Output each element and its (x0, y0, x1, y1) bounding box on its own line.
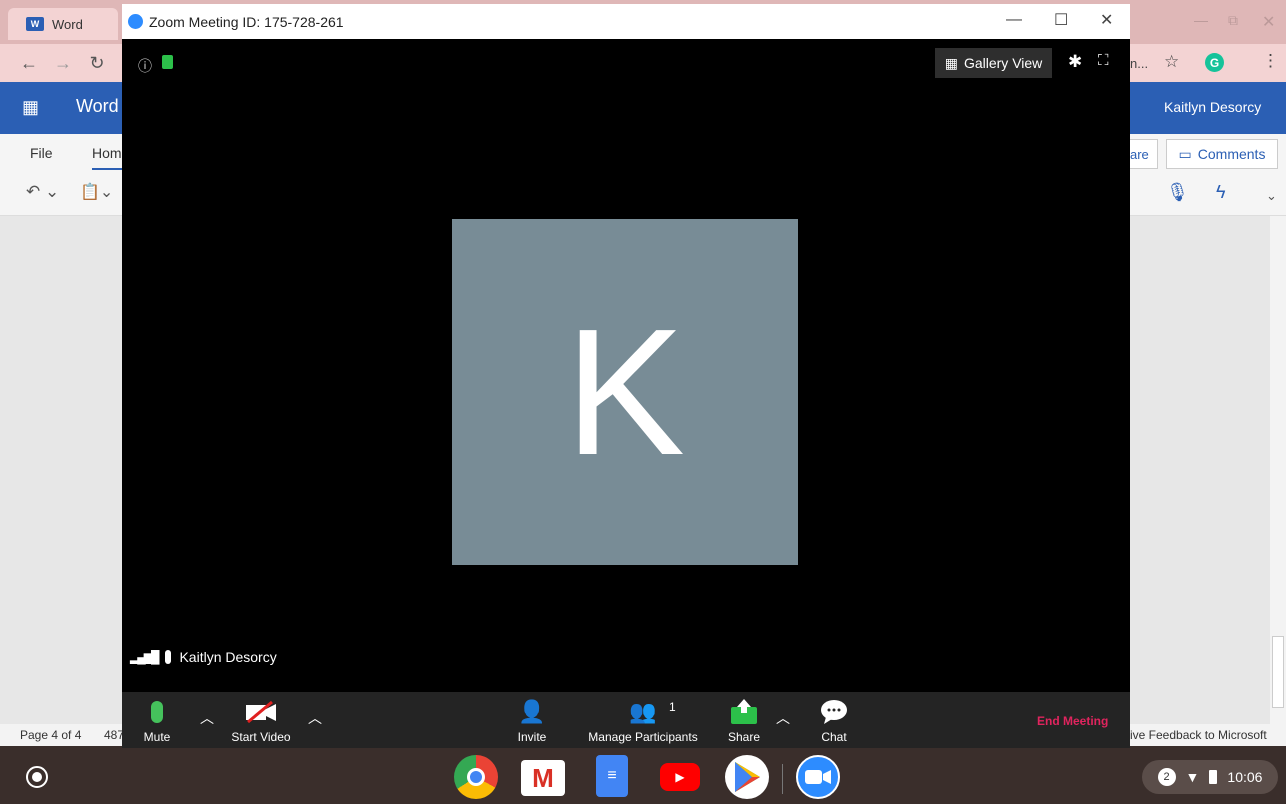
chrome-center (467, 768, 485, 786)
video-options-chevron-icon[interactable]: ︿ (308, 708, 322, 728)
dictate-icon[interactable]: 🎙 (1166, 182, 1189, 203)
invite-button[interactable]: 👤 Invite (510, 692, 554, 748)
zoom-logo-icon (128, 14, 143, 29)
share-screen-button[interactable]: Share (722, 692, 766, 748)
back-icon[interactable]: ← (16, 44, 42, 82)
zoom-window-title: Zoom Meeting ID: 175-728-261 (149, 13, 344, 30)
reload-icon[interactable]: ↻ (84, 44, 110, 82)
shelf-divider (782, 764, 783, 794)
gmail-m: M (532, 762, 554, 793)
battery-icon (1209, 770, 1218, 784)
gmail-icon[interactable]: M (521, 760, 565, 796)
share-label: Share (727, 730, 761, 744)
notification-badge: 2 (1157, 768, 1176, 786)
microphone-icon (151, 697, 163, 727)
chat-bubble-icon (820, 697, 848, 727)
wifi-icon: ▼ (1185, 769, 1200, 785)
avatar-letter: K (564, 291, 686, 493)
word-icon: W (26, 17, 44, 31)
comment-icon: ▭ (1178, 145, 1192, 162)
start-video-label: Start Video (231, 730, 291, 744)
docs-icon[interactable]: ≡ (596, 755, 628, 797)
word-app-name: Word (76, 96, 119, 116)
mic-small-icon (165, 650, 172, 664)
user-name[interactable]: Kaitlyn Desorcy (1164, 99, 1261, 115)
tab-title: Word (52, 16, 83, 32)
participants-icon: 👥 (629, 699, 657, 724)
video-area: ⓘ ▦ Gallery View ✱ ⛶ K ▂▄▆█ Kaitlyn Deso… (122, 39, 1130, 692)
tab-home[interactable]: Hom (92, 145, 122, 170)
minimize-icon[interactable]: — (1006, 11, 1022, 29)
participant-name: Kaitlyn Desorcy (179, 649, 277, 665)
share-screen-icon (730, 697, 758, 727)
settings-gear-icon[interactable]: ✱ (1068, 52, 1082, 72)
chrome-menu-icon[interactable]: ⋮ (1262, 51, 1279, 71)
launcher-icon[interactable] (26, 766, 48, 788)
zoom-window: Zoom Meeting ID: 175-728-261 — ☐ ✕ ⓘ ▦ G… (122, 4, 1130, 748)
play-triangle (735, 762, 760, 792)
chat-button[interactable]: Chat (812, 692, 856, 748)
comments-button[interactable]: ▭ Comments (1166, 139, 1278, 169)
tab-file[interactable]: File (30, 145, 53, 161)
grid-icon: ▦ (944, 54, 958, 71)
app-launcher-icon[interactable]: ▦ (22, 97, 39, 118)
launcher-dot (32, 772, 42, 782)
youtube-play: ▶ (675, 770, 685, 784)
share-button[interactable]: are (1130, 139, 1158, 169)
docs-lines: ≡ (607, 767, 617, 784)
meeting-toolbar: Mute ︿ Start Video ︿ 👤 Invite 👥 Manage P… (122, 692, 1130, 748)
participant-name-tag: ▂▄▆█ Kaitlyn Desorcy (130, 649, 277, 665)
end-meeting-button[interactable]: End Meeting (1037, 714, 1108, 728)
manage-participants-label: Manage Participants (588, 730, 698, 744)
browser-tab-word[interactable]: W Word (8, 8, 118, 40)
youtube-icon[interactable]: ▶ (660, 763, 700, 791)
clock: 10:06 (1227, 769, 1263, 785)
minimize-icon[interactable]: — (1194, 12, 1208, 28)
paste-icon[interactable]: 📋⌄ (80, 182, 113, 202)
status-tray[interactable]: 2 ▼ 10:06 (1142, 760, 1278, 794)
manage-participants-button[interactable]: 👥 Manage Participants (580, 692, 706, 748)
mute-label: Mute (143, 730, 171, 744)
maximize-icon[interactable]: ☐ (1054, 10, 1068, 30)
share-label: are (1130, 146, 1149, 162)
close-icon[interactable]: ✕ (1262, 12, 1275, 32)
fullscreen-icon[interactable]: ⛶ (1098, 52, 1109, 69)
comments-label: Comments (1197, 146, 1266, 162)
designer-icon[interactable]: ϟ (1216, 182, 1226, 203)
gallery-view-label: Gallery View (963, 55, 1043, 71)
zoom-camera (805, 770, 831, 784)
participant-avatar: K (452, 219, 798, 565)
invite-label: Invite (517, 730, 547, 744)
share-options-chevron-icon[interactable]: ︿ (776, 708, 790, 728)
audio-options-chevron-icon[interactable]: ︿ (200, 708, 214, 728)
grammarly-icon[interactable]: G (1205, 53, 1224, 72)
mute-button[interactable]: Mute (138, 692, 176, 748)
play-store-icon[interactable] (725, 755, 769, 799)
bookmark-star-icon[interactable]: ☆ (1164, 52, 1179, 72)
gallery-view-button[interactable]: ▦ Gallery View (935, 48, 1052, 78)
zoom-title-bar: Zoom Meeting ID: 175-728-261 — ☐ ✕ (122, 4, 1130, 39)
feedback-link[interactable]: ive Feedback to Microsoft (1130, 728, 1267, 742)
signal-strength-icon: ▂▄▆█ (130, 650, 160, 664)
info-icon[interactable]: ⓘ (138, 56, 152, 76)
start-video-button[interactable]: Start Video (226, 692, 296, 748)
chrome-icon[interactable] (454, 755, 498, 799)
chat-label: Chat (821, 730, 847, 744)
forward-icon[interactable]: → (50, 44, 76, 82)
omnibox-text: n... (1130, 55, 1149, 71)
zoom-icon[interactable] (796, 755, 840, 799)
encryption-lock-icon[interactable] (162, 55, 173, 69)
participant-count-badge: 1 (669, 700, 676, 714)
invite-user-icon: 👤 (518, 699, 546, 724)
restore-icon[interactable]: ⧉ (1228, 12, 1238, 29)
video-off-icon (244, 697, 278, 727)
os-shelf (0, 748, 1286, 804)
undo-icon[interactable]: ↶ ⌄ (26, 182, 59, 202)
ribbon-expand-icon[interactable]: ⌄ (1266, 188, 1277, 204)
scrollbar[interactable] (1270, 216, 1286, 724)
scrollbar-thumb[interactable] (1272, 636, 1284, 708)
close-icon[interactable]: ✕ (1100, 10, 1113, 30)
page-count[interactable]: Page 4 of 4 (20, 728, 81, 742)
